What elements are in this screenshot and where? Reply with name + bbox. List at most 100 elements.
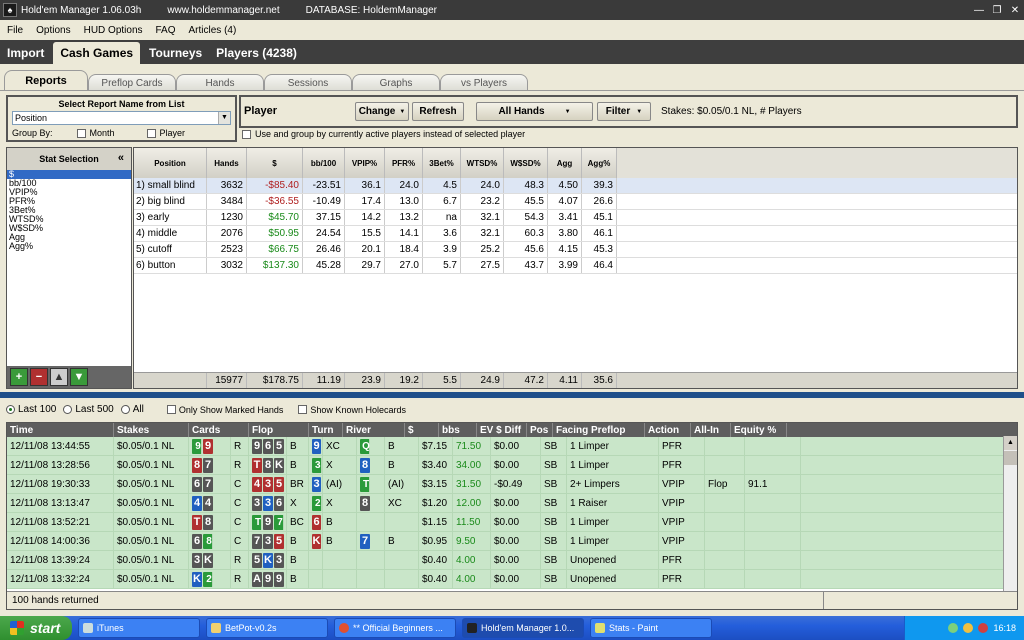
col-pfr[interactable]: PFR% [385, 148, 423, 178]
tab-hands[interactable]: Hands [176, 74, 264, 91]
tab-sessions[interactable]: Sessions [264, 74, 352, 91]
tab-reports[interactable]: Reports [4, 70, 88, 91]
menu-articles[interactable]: Articles (4) [182, 25, 243, 36]
tab-cash-games[interactable]: Cash Games [53, 42, 141, 64]
hand-facing-preflop: Unopened [567, 551, 659, 569]
menu-faq[interactable]: FAQ [149, 25, 182, 36]
refresh-button[interactable]: Refresh [412, 102, 464, 121]
collapse-icon[interactable]: « [118, 152, 124, 164]
tray-alert-icon[interactable] [978, 623, 989, 633]
playing-card: T [252, 514, 262, 530]
col-river[interactable]: River [343, 423, 405, 437]
tab-players[interactable]: Players (4238) [209, 42, 304, 64]
river-action [385, 551, 419, 569]
col-time[interactable]: Time [7, 423, 114, 437]
tray-network-icon[interactable] [948, 623, 959, 633]
all-radio[interactable] [120, 405, 130, 414]
col-bbs[interactable]: bbs [439, 423, 477, 437]
taskbar-item-paint[interactable]: Stats - Paint [590, 618, 712, 638]
table-row[interactable]: 2) big blind 3484 -$36.55 -10.49 17.4 13… [134, 194, 1017, 210]
taskbar-item-betpot[interactable]: BetPot-v0.2s [206, 618, 328, 638]
marked-hands-checkbox[interactable] [166, 405, 176, 414]
last-500-radio[interactable] [63, 405, 73, 414]
stat-item-agg-pct[interactable]: Agg% [7, 242, 131, 251]
playing-card: 5 [274, 476, 284, 492]
use-active-players-checkbox[interactable] [242, 129, 251, 139]
table-row[interactable]: 12/11/08 19:30:33 $0.05/0.1 NL 6 7 C 4 3 5 BR 3 (A… [7, 475, 1017, 494]
start-button[interactable]: start [0, 616, 72, 640]
last-100-radio[interactable] [6, 405, 15, 414]
sub-nav: Reports Preflop Cards Hands Sessions Gra… [0, 67, 1024, 91]
change-button[interactable]: Change ▼ [355, 102, 409, 121]
table-row[interactable]: 12/11/08 13:32:24 $0.05/0.1 NL K 2 R A 9 9 B $0.4… [7, 570, 1017, 589]
col-dollars[interactable]: $ [247, 148, 303, 178]
table-row[interactable]: 12/11/08 13:52:21 $0.05/0.1 NL T 8 C T 9 7 BC 6 B $… [7, 513, 1017, 532]
col-equity[interactable]: Equity % [731, 423, 787, 437]
col-turn[interactable]: Turn [309, 423, 343, 437]
vertical-scrollbar[interactable]: ▲ [1003, 436, 1017, 592]
month-checkbox[interactable] [76, 128, 86, 138]
scroll-thumb[interactable] [1004, 451, 1017, 465]
all-hands-dropdown[interactable]: All Hands ▼ [476, 102, 593, 121]
tab-vs-players[interactable]: vs Players [440, 74, 528, 91]
taskbar-item-itunes[interactable]: iTunes [78, 618, 200, 638]
table-row[interactable]: 12/11/08 13:44:55 $0.05/0.1 NL 9 9 R 9 6 5 B 9 XC Q… [7, 437, 1017, 456]
menu-file[interactable]: File [0, 25, 29, 36]
col-3bet[interactable]: 3Bet% [423, 148, 461, 178]
scroll-up-icon[interactable]: ▲ [1004, 436, 1017, 450]
table-row[interactable]: 5) cutoff 2523 $66.75 26.46 20.1 18.4 3.… [134, 242, 1017, 258]
report-name-dropdown[interactable]: Position ▼ [12, 111, 231, 125]
player-checkbox[interactable] [146, 128, 156, 138]
tab-divider [0, 90, 1024, 91]
site-link[interactable]: www.holdemmanager.net [167, 5, 279, 16]
table-row[interactable]: 1) small blind 3632 -$85.40 -23.51 36.1 … [134, 178, 1017, 194]
remove-stat-icon[interactable]: − [30, 368, 48, 386]
table-row[interactable]: 12/11/08 13:13:47 $0.05/0.1 NL 4 4 C 3 3 6 X 2 X 8 X… [7, 494, 1017, 513]
minimize-icon[interactable]: — [972, 3, 986, 17]
panel-splitter[interactable] [0, 392, 1024, 398]
tab-graphs[interactable]: Graphs [352, 74, 440, 91]
table-row[interactable]: 6) button 3032 $137.30 45.28 29.7 27.0 5… [134, 258, 1017, 274]
tray-security-icon[interactable] [963, 623, 974, 633]
chevron-down-icon[interactable]: ▼ [218, 112, 230, 124]
col-all-in[interactable]: All-In [691, 423, 731, 437]
taskbar-item-holdem-manager[interactable]: Hold'em Manager 1.0... [462, 618, 584, 638]
col-action[interactable]: Action [645, 423, 691, 437]
col-wtsd[interactable]: WTSD% [461, 148, 504, 178]
col-flop[interactable]: Flop [249, 423, 309, 437]
col-pos[interactable]: Pos [527, 423, 553, 437]
add-stat-icon[interactable]: + [10, 368, 28, 386]
stat-item-wsd[interactable]: W$SD% [7, 224, 131, 233]
close-icon[interactable]: ✕ [1008, 3, 1022, 17]
restore-icon[interactable]: ❐ [990, 3, 1004, 17]
col-vpip[interactable]: VPIP% [345, 148, 385, 178]
menu-options[interactable]: Options [29, 25, 76, 36]
col-agg[interactable]: Agg [548, 148, 582, 178]
col-ev-diff[interactable]: EV $ Diff [477, 423, 527, 437]
tab-tourneys[interactable]: Tourneys [142, 42, 209, 64]
tab-preflop-cards[interactable]: Preflop Cards [88, 74, 176, 91]
table-row[interactable]: 12/11/08 13:28:56 $0.05/0.1 NL 8 7 R T 8 K B 3 X 8 B… [7, 456, 1017, 475]
col-dollars[interactable]: $ [405, 423, 439, 437]
known-holecards-checkbox[interactable] [298, 405, 308, 414]
table-row[interactable]: 12/11/08 14:00:36 $0.05/0.1 NL 6 8 C 7 3 5 B K B 7 B… [7, 532, 1017, 551]
col-agg-pct[interactable]: Agg% [582, 148, 617, 178]
col-cards[interactable]: Cards [189, 423, 249, 437]
col-bb100[interactable]: bb/100 [303, 148, 345, 178]
table-row[interactable]: 3) early 1230 $45.70 37.15 14.2 13.2 na … [134, 210, 1017, 226]
col-stakes[interactable]: Stakes [114, 423, 189, 437]
filter-button[interactable]: Filter ▼ [597, 102, 651, 121]
col-position[interactable]: Position [134, 148, 207, 178]
tab-import[interactable]: Import [0, 42, 51, 64]
table-row[interactable]: 12/11/08 13:39:24 $0.05/0.1 NL 3 K R 5 K 3 B $0.4… [7, 551, 1017, 570]
move-up-icon[interactable]: ▲ [50, 368, 68, 386]
table-row[interactable]: 4) middle 2076 $50.95 24.54 15.5 14.1 3.… [134, 226, 1017, 242]
menu-hud-options[interactable]: HUD Options [77, 25, 149, 36]
taskbar-item-browser[interactable]: ** Official Beginners ... [334, 618, 456, 638]
col-wsd[interactable]: W$SD% [504, 148, 548, 178]
move-down-icon[interactable]: ▼ [70, 368, 88, 386]
col-hands[interactable]: Hands [207, 148, 247, 178]
hand-time: 12/11/08 13:44:55 [7, 437, 114, 455]
col-facing-preflop[interactable]: Facing Preflop [553, 423, 645, 437]
hand-filter-bar: Last 100 Last 500 All Only Show Marked H… [6, 404, 406, 415]
